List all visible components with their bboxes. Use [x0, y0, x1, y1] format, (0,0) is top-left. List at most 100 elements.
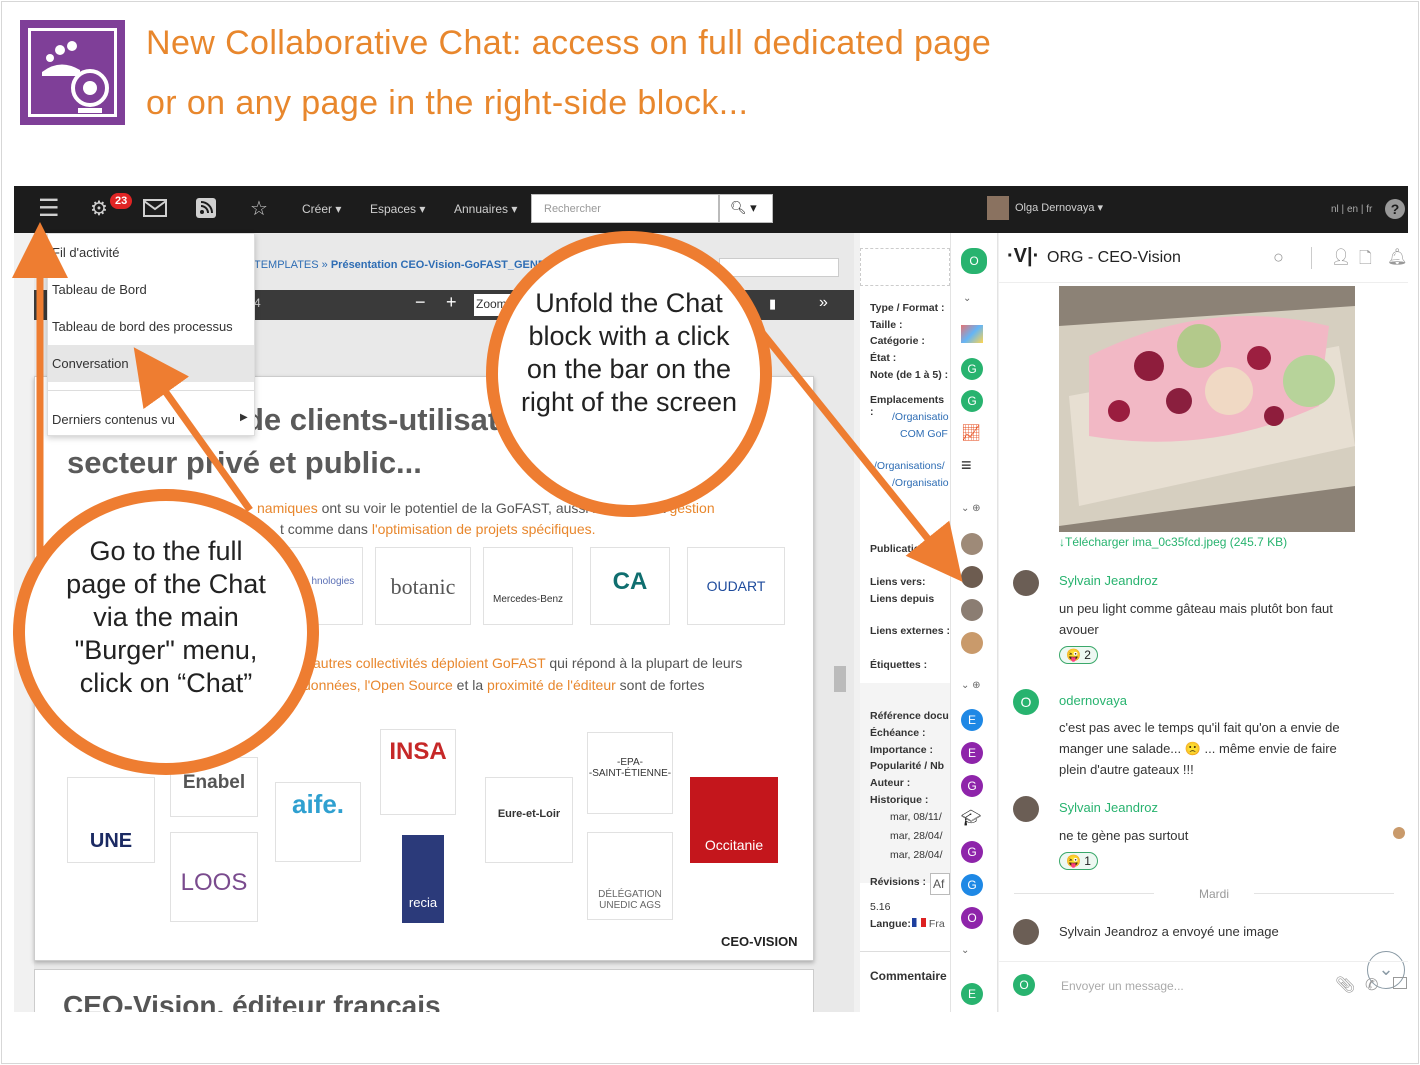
rail-user-avatar-1[interactable] — [961, 533, 983, 555]
callout-unfold-chat: Unfold the Chat block with a click on th… — [486, 231, 772, 517]
rail-avatar-e3[interactable]: E — [961, 983, 983, 1005]
breadcrumb-current[interactable]: Présentation CEO-Vision-GoFAST_GENE — [331, 259, 545, 271]
message-text: c'est pas avec le temps qu'il fait qu'on… — [1059, 720, 1340, 777]
language-switcher[interactable]: nl | en | fr — [1331, 204, 1372, 215]
notification-badge: 23 — [110, 193, 133, 209]
callout-full-page: Go to the full page of the Chat via the … — [13, 489, 319, 775]
title-line-2: or on any page in the right-side block..… — [146, 84, 749, 122]
author-avatar-3 — [1013, 796, 1039, 822]
header-divider — [1311, 247, 1312, 269]
info-panel-top-box — [860, 248, 950, 286]
author-avatar-1 — [1013, 570, 1039, 596]
mail-icon[interactable] — [143, 199, 167, 217]
rail-user-avatar-3[interactable] — [961, 599, 983, 621]
rss-icon[interactable] — [196, 198, 216, 218]
title-line-1: New Collaborative Chat: access on full d… — [146, 24, 992, 62]
download-image-link[interactable]: ↓Télécharger ima_0c35fcd.jpeg (245.7 KB) — [1059, 535, 1287, 549]
rail-collapse-icon-4[interactable]: ⌄ — [961, 945, 969, 956]
logo-occitanie: Occitanie — [690, 777, 778, 863]
rail-avatar-e2[interactable]: E — [961, 742, 983, 764]
menu-divider — [48, 390, 254, 391]
attachment-paperclip-icon[interactable]: 📎︎ — [1335, 975, 1355, 995]
chat-search-icon[interactable]: ○ — [1273, 247, 1284, 268]
menu-spaces[interactable]: Espaces ▾ — [370, 202, 425, 216]
files-icon[interactable]: 🗋 — [1359, 247, 1372, 274]
rail-avatar-g4[interactable]: G — [961, 841, 983, 863]
burger-menu-icon[interactable]: ☰ — [38, 197, 60, 221]
chat-room-title: ORG - CEO-Vision — [1047, 249, 1181, 266]
search-button[interactable]: 🔍︎ ▾ — [719, 194, 773, 223]
burger-dropdown-menu: Fil d'activité Tableau de Bord Tableau d… — [47, 233, 255, 436]
viewer-scrollbar[interactable] — [834, 666, 846, 692]
slide-heading-2: secteur privé et public... — [67, 445, 422, 480]
slide-paragraph-2b: données, l'Open Source et la proximité d… — [303, 677, 705, 693]
logo-oudart: OUDART — [687, 547, 785, 625]
zoom-out-button[interactable]: − — [415, 292, 426, 313]
search-input[interactable]: Rechercher — [531, 194, 719, 223]
rail-collapse-icon[interactable]: ⌄ — [963, 293, 971, 304]
notifications-bell-icon[interactable]: 🔔︎ — [1387, 247, 1407, 267]
message-author[interactable]: Sylvain Jeandroz — [1059, 573, 1158, 588]
shared-image-macarons[interactable] — [1059, 286, 1355, 532]
favorites-star-icon[interactable]: ☆ — [250, 198, 268, 220]
menu-create[interactable]: Créer ▾ — [302, 202, 341, 216]
logo-botanic: botanic — [375, 547, 471, 625]
rail-avatar-e1[interactable]: E — [961, 709, 983, 731]
next-slide-heading: CEO-Vision, éditeur français — [63, 990, 441, 1012]
bookmark-icon[interactable]: ▮ — [769, 296, 776, 312]
phone-call-icon[interactable]: ✆ — [1365, 975, 1378, 995]
author-avatar-4 — [1013, 919, 1039, 945]
rail-stack-icon[interactable]: ≡ — [961, 455, 972, 476]
members-icon[interactable]: 👤︎ — [1331, 247, 1351, 267]
rail-chart-icon[interactable]: 📈︎ — [961, 423, 981, 443]
day-divider-right — [1254, 893, 1394, 894]
menu-item-activity[interactable]: Fil d'activité — [48, 234, 254, 271]
revision-button[interactable]: Af — [930, 873, 950, 895]
slide-footer-brand: CEO-VISION — [721, 934, 798, 949]
author-avatar-2: O — [1013, 689, 1039, 715]
rail-collapse-icon-2[interactable]: ⌄ ⊕ — [961, 503, 981, 514]
rail-collapse-icon-3[interactable]: ⌄ ⊕ — [961, 680, 981, 691]
logo-delegation-unedic: DÉLÉGATION UNEDIC AGS — [587, 832, 673, 920]
top-navigation-bar: ☰ ⚙ 23 ☆ Créer ▾ Espaces ▾ Annuaires ▾ R… — [14, 186, 1408, 233]
day-divider-left — [1014, 893, 1154, 894]
slide-heading-1: de clients-utilisat — [245, 402, 499, 437]
menu-item-recent-content[interactable]: Derniers contenus vu — [48, 401, 254, 438]
rail-user-avatar-2[interactable] — [961, 566, 983, 588]
submenu-arrow-icon: ▶ — [240, 412, 248, 423]
chat-rooms-rail[interactable]: O ⌄ G G 📈︎ ≡ ⌄ ⊕ ⌄ ⊕ E E G 🎓︎ G G O ⌄ E — [950, 233, 998, 1012]
menu-directories[interactable]: Annuaires ▾ — [454, 202, 517, 216]
video-call-icon[interactable] — [1393, 977, 1407, 989]
menu-item-conversation[interactable]: Conversation — [48, 345, 254, 382]
day-separator: Mardi — [1199, 887, 1230, 901]
gears-icon[interactable]: ⚙ — [90, 198, 108, 220]
rail-avatar-o[interactable]: O — [961, 248, 987, 274]
document-toolbar[interactable] — [719, 258, 839, 277]
message-reaction[interactable]: 😜 1 — [1059, 852, 1098, 870]
rail-avatar-g2[interactable]: G — [961, 390, 983, 412]
logo-eure-et-loir: Eure-et-Loir — [485, 777, 573, 863]
help-icon[interactable]: ? — [1385, 199, 1405, 219]
rail-avatar-g5[interactable]: G — [961, 874, 983, 896]
rail-avatar-o2[interactable]: O — [961, 907, 983, 929]
user-menu[interactable]: Olga Dernovaya ▾ — [1015, 201, 1103, 214]
rail-avatar-g1[interactable]: G — [961, 358, 983, 380]
menu-item-dashboard[interactable]: Tableau de Bord — [48, 271, 254, 308]
read-receipt-avatar — [1393, 827, 1405, 839]
composer-divider — [999, 961, 1408, 962]
rail-room-icon-1[interactable] — [961, 325, 983, 343]
message-reaction[interactable]: 😜 2 — [1059, 646, 1098, 664]
next-tools-icon[interactable]: » — [819, 294, 828, 312]
message-author[interactable]: odernovaya — [1059, 693, 1127, 708]
message-input[interactable]: Envoyer un message... — [1061, 979, 1311, 993]
user-avatar[interactable] — [987, 196, 1009, 220]
document-info-panel: Type / Format : Taille : Catégorie : Éta… — [860, 233, 950, 1012]
rail-graduation-icon[interactable]: 🎓︎ — [961, 808, 981, 828]
menu-item-process-dashboard[interactable]: Tableau de bord des processus — [48, 308, 254, 345]
rail-avatar-g3[interactable]: G — [961, 775, 983, 797]
message-author[interactable]: Sylvain Jeandroz — [1059, 800, 1158, 815]
slide-paragraph-1b: t comme dans l'optimisation de projets s… — [280, 521, 596, 537]
webcam-users-icon — [42, 41, 109, 113]
zoom-in-button[interactable]: + — [446, 292, 457, 313]
rail-user-avatar-4[interactable] — [961, 632, 983, 654]
